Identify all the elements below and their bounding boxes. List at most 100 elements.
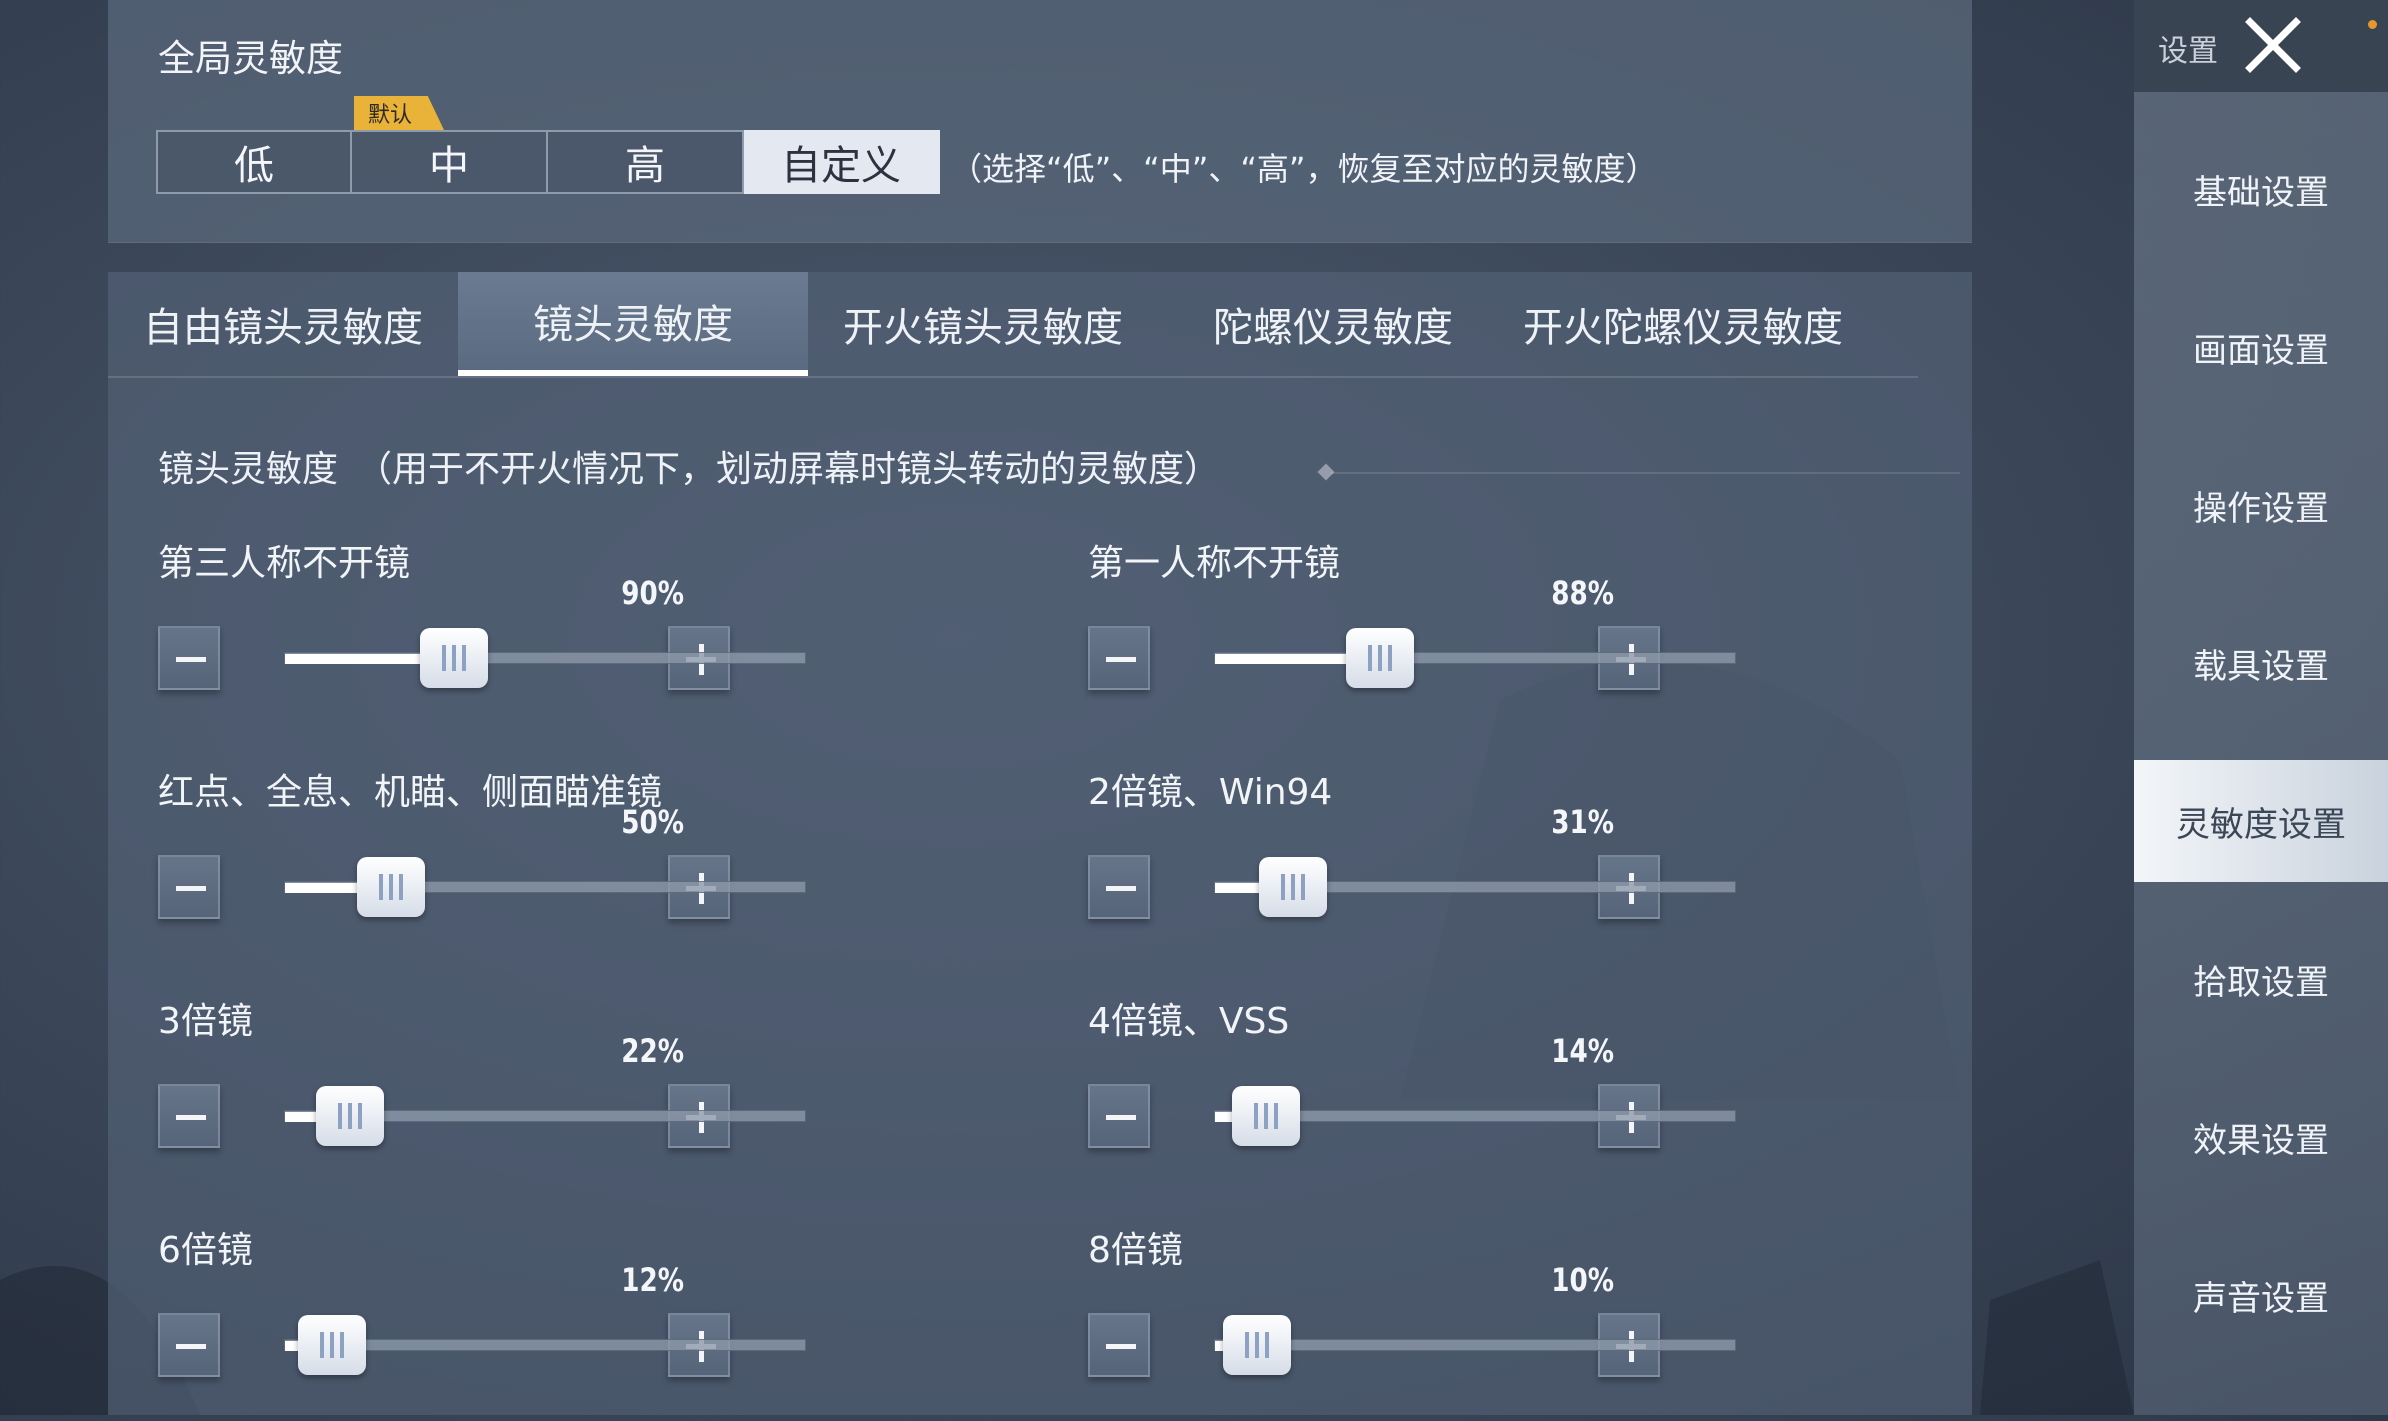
- sidebar-item-vehicle[interactable]: 载具设置: [2134, 602, 2388, 724]
- slider-thumb[interactable]: [420, 628, 489, 688]
- slider-label: 4倍镜、VSS: [1088, 1001, 1290, 1042]
- grip-line: [337, 1103, 342, 1129]
- decrease-button[interactable]: [1088, 626, 1150, 690]
- sidebar-title: 设置: [2158, 34, 2218, 69]
- slider-label: 2倍镜、Win94: [1088, 772, 1333, 813]
- minus-icon: [1106, 1115, 1136, 1120]
- grip-line: [1254, 1103, 1259, 1129]
- tab-camera[interactable]: 镜头灵敏度: [458, 272, 808, 376]
- grip-line: [378, 874, 383, 900]
- slider-group: 4倍镜、VSS 14%: [1088, 992, 1808, 1192]
- slider-value: 88%: [1551, 574, 1614, 612]
- sidebar-item-controls[interactable]: 操作设置: [2134, 444, 2388, 566]
- grip-line: [1301, 874, 1306, 900]
- slider-group: 8倍镜 10%: [1088, 1221, 1808, 1421]
- slider-value: 12%: [621, 1261, 684, 1299]
- grip-line: [319, 1332, 324, 1358]
- global-sensitivity-title: 全局灵敏度: [158, 37, 343, 80]
- sidebar-item-graphics[interactable]: 画面设置: [2134, 286, 2388, 408]
- slider-value: 90%: [621, 574, 684, 612]
- tab-free-camera[interactable]: 自由镜头灵敏度: [108, 272, 458, 376]
- preset-high-button[interactable]: 高: [548, 130, 744, 194]
- decrease-button[interactable]: [158, 1313, 220, 1377]
- grip-line: [1291, 874, 1296, 900]
- minus-icon: [176, 657, 206, 662]
- grip-line: [388, 874, 393, 900]
- slider-thumb[interactable]: [297, 1315, 366, 1375]
- grip-line: [1265, 1332, 1270, 1358]
- minus-icon: [176, 886, 206, 891]
- sensitivity-tabs: 自由镜头灵敏度 镜头灵敏度 开火镜头灵敏度 陀螺仪灵敏度 开火陀螺仪灵敏度: [108, 272, 1918, 378]
- slider-value: 22%: [621, 1032, 684, 1070]
- slider-label: 3倍镜: [158, 1001, 253, 1042]
- grip-line: [398, 874, 403, 900]
- slider-track[interactable]: [1214, 652, 1736, 664]
- grip-line: [339, 1332, 344, 1358]
- slider-label: 第三人称不开镜: [158, 543, 411, 584]
- decrease-button[interactable]: [158, 1084, 220, 1148]
- slider-group: 2倍镜、Win94 31%: [1088, 763, 1808, 963]
- sidebar-item-audio[interactable]: 声音设置: [2134, 1234, 2388, 1356]
- preset-medium-button[interactable]: 中: [352, 130, 548, 194]
- sidebar-item-sensitivity[interactable]: 灵敏度设置: [2134, 760, 2388, 882]
- settings-sidebar: 设置 基础设置 画面设置 操作设置 载具设置 灵敏度设置 拾取设置 效果设置 声…: [2134, 0, 2388, 1415]
- slider-label: 8倍镜: [1088, 1230, 1183, 1271]
- minus-icon: [176, 1115, 206, 1120]
- sidebar-item-effects[interactable]: 效果设置: [2134, 1076, 2388, 1198]
- slider-value: 14%: [1551, 1032, 1614, 1070]
- grip-line: [347, 1103, 352, 1129]
- minus-icon: [1106, 657, 1136, 662]
- grip-line: [1255, 1332, 1260, 1358]
- slider-thumb[interactable]: [1345, 628, 1414, 688]
- decrease-button[interactable]: [158, 626, 220, 690]
- preset-selector: 低 中 高 自定义: [156, 130, 940, 196]
- close-icon[interactable]: [2238, 10, 2308, 80]
- grip-line: [1264, 1103, 1269, 1129]
- slider-thumb[interactable]: [356, 857, 425, 917]
- grip-line: [329, 1332, 334, 1358]
- preset-hint: （选择“低”、“中”、“高”，恢复至对应的灵敏度）: [950, 150, 1658, 188]
- sidebar-header: 设置: [2134, 0, 2388, 92]
- slider-thumb[interactable]: [1232, 1086, 1301, 1146]
- grip-line: [462, 645, 467, 671]
- slider-group: 红点、全息、机瞄、侧面瞄准镜 50%: [158, 763, 878, 963]
- sensitivity-panel: 自由镜头灵敏度 镜头灵敏度 开火镜头灵敏度 陀螺仪灵敏度 开火陀螺仪灵敏度 镜头…: [108, 272, 1972, 1415]
- minus-icon: [176, 1344, 206, 1349]
- slider-value: 50%: [621, 803, 684, 841]
- preset-custom-button[interactable]: 自定义: [744, 130, 940, 194]
- slider-group: 3倍镜 22%: [158, 992, 878, 1192]
- minus-icon: [1106, 886, 1136, 891]
- grip-line: [452, 645, 457, 671]
- grip-line: [1377, 645, 1382, 671]
- notification-dot: [2368, 20, 2377, 29]
- grip-line: [1281, 874, 1286, 900]
- sidebar-item-basic[interactable]: 基础设置: [2134, 128, 2388, 250]
- default-badge: 默认: [354, 96, 444, 130]
- tab-fire-gyroscope[interactable]: 开火陀螺仪灵敏度: [1508, 272, 1858, 376]
- section-divider: [1330, 472, 1960, 474]
- slider-label: 第一人称不开镜: [1088, 543, 1341, 584]
- slider-group: 第三人称不开镜 90%: [158, 534, 878, 734]
- slider-label: 6倍镜: [158, 1230, 253, 1271]
- slider-value: 31%: [1551, 803, 1614, 841]
- slider-track[interactable]: [284, 652, 806, 664]
- sidebar-item-pickup[interactable]: 拾取设置: [2134, 918, 2388, 1040]
- decrease-button[interactable]: [1088, 1084, 1150, 1148]
- slider-thumb[interactable]: [1259, 857, 1328, 917]
- decrease-button[interactable]: [1088, 1313, 1150, 1377]
- slider-thumb[interactable]: [315, 1086, 384, 1146]
- grip-line: [1367, 645, 1372, 671]
- slider-group: 第一人称不开镜 88%: [1088, 534, 1808, 734]
- tab-gyroscope[interactable]: 陀螺仪灵敏度: [1158, 272, 1508, 376]
- slider-track[interactable]: [1214, 1339, 1736, 1351]
- grip-line: [442, 645, 447, 671]
- preset-low-button[interactable]: 低: [156, 130, 352, 194]
- decrease-button[interactable]: [1088, 855, 1150, 919]
- grip-line: [357, 1103, 362, 1129]
- tab-fire-camera[interactable]: 开火镜头灵敏度: [808, 272, 1158, 376]
- grip-line: [1245, 1332, 1250, 1358]
- slider-thumb[interactable]: [1223, 1315, 1292, 1375]
- decrease-button[interactable]: [158, 855, 220, 919]
- global-sensitivity-panel: 全局灵敏度 低 中 高 自定义 默认 （选择“低”、“中”、“高”，恢复至对应的…: [108, 0, 1972, 243]
- section-header: 镜头灵敏度 （用于不开火情况下，划动屏幕时镜头转动的灵敏度）: [158, 449, 1221, 490]
